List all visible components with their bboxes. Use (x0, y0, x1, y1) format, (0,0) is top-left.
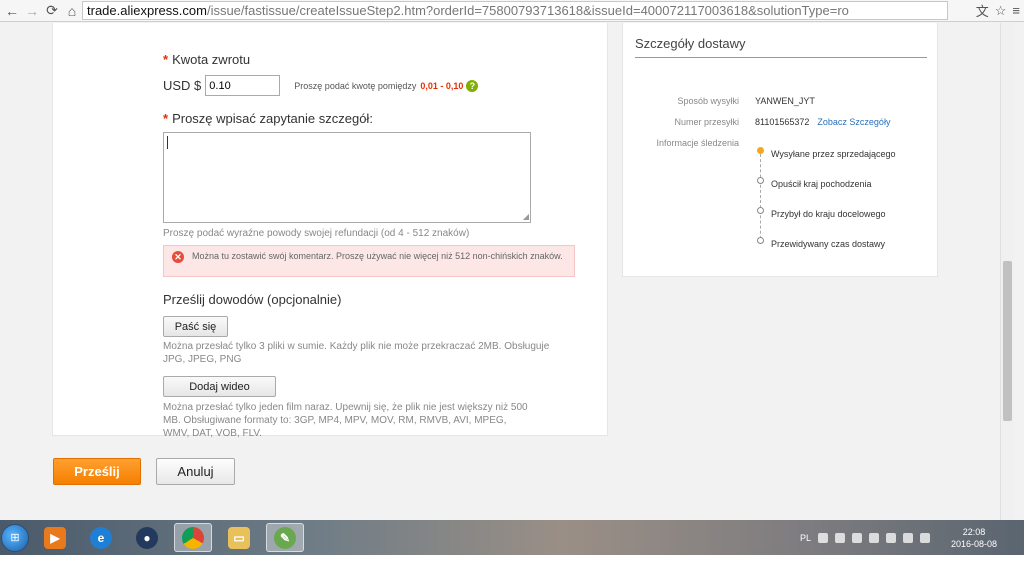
address-bar[interactable]: trade.aliexpress.com/issue/fastissue/cre… (82, 1, 948, 20)
refund-amount-label: * Kwota zwrotu (163, 52, 250, 67)
antivirus-icon[interactable] (852, 532, 863, 543)
keyboard-icon[interactable] (818, 532, 829, 543)
paste-upload-button[interactable]: Paść się (163, 316, 228, 337)
timeline-dot (757, 177, 764, 184)
required-asterisk: * (163, 52, 169, 67)
tracking-number-row: 81101565372 Zobacz Szczegóły (755, 117, 890, 127)
page-viewport: *Kwota zwrotu USD $ Proszę podać kwotę p… (0, 23, 1000, 520)
help-question-icon[interactable]: ? (466, 79, 479, 92)
timeline-step: Przewidywany czas dostawy (771, 239, 886, 249)
error-x-icon: ✕ (172, 251, 184, 263)
vertical-scrollbar[interactable] (1000, 23, 1014, 520)
timeline-dot-active (757, 147, 764, 154)
shipping-method-value: YANWEN_JYT (755, 96, 815, 106)
bookmark-star-icon[interactable]: ☆ (995, 3, 1007, 19)
taskbar: ⊞ ▶ e ● ▭ ✎ PL 22:08 2016-08-08 (0, 520, 1024, 555)
flag-icon[interactable] (869, 532, 880, 543)
notes-app-icon[interactable]: ✎ (266, 523, 304, 552)
required-asterisk: * (163, 111, 169, 126)
clock-time: 22:08 (962, 527, 986, 537)
view-details-link[interactable]: Zobacz Szczegóły (817, 117, 890, 127)
upload-hint: Można przesłać tylko 3 pliki w sumie. Ka… (163, 341, 550, 365)
delivery-title: Szczegóły dostawy (635, 36, 746, 51)
currency-label: USD $ (163, 78, 202, 93)
timeline-step: Opuścił kraj pochodzenia (771, 179, 872, 189)
translate-icon[interactable]: 文 (976, 1, 989, 20)
media-player-icon[interactable]: ▶ (36, 523, 74, 552)
system-clock[interactable]: 22:08 2016-08-08 (944, 526, 1004, 550)
error-message-text: Można tu zostawić swój komentarz. Proszę… (192, 251, 563, 261)
chrome-icon[interactable] (174, 523, 212, 552)
divider (635, 57, 927, 58)
refund-amount-input[interactable] (205, 75, 281, 96)
language-indicator[interactable]: PL (800, 533, 811, 543)
timeline-dot (757, 237, 764, 244)
internet-explorer-icon[interactable]: e (82, 523, 120, 552)
video-hint: Można przesłać tylko jeden film naraz. U… (163, 402, 528, 439)
request-hint: Proszę podać wyraźne powody swojej refun… (163, 228, 470, 239)
user-app-icon[interactable]: ● (128, 523, 166, 552)
timeline-dot (757, 207, 764, 214)
request-details-textarea[interactable]: ◢ (163, 132, 531, 223)
tray-arrow-icon[interactable] (835, 532, 846, 543)
url-domain: trade.aliexpress.com (87, 3, 207, 18)
amount-row: USD $ Proszę podać kwotę pomiędzy 0,01 -… (163, 75, 479, 96)
amount-range: 0,01 - 0,10 (420, 80, 464, 91)
back-arrow-icon[interactable]: ← (2, 1, 22, 21)
request-details-label: * Proszę wpisać zapytanie szczegół: (163, 111, 373, 126)
timeline-step: Przybył do kraju docelowego (771, 209, 886, 219)
submit-button[interactable]: Prześlij (53, 458, 141, 485)
file-explorer-icon[interactable]: ▭ (220, 523, 258, 552)
tracking-info-label: Informacje śledzenia (656, 138, 739, 148)
text-caret (167, 136, 168, 149)
tracking-number-label: Numer przesyłki (674, 117, 739, 127)
resize-grip-icon[interactable]: ◢ (523, 213, 529, 221)
reload-icon[interactable]: ⟳ (42, 1, 62, 21)
cancel-button[interactable]: Anuluj (156, 458, 235, 485)
amount-hint-text: Proszę podać kwotę pomiędzy (294, 80, 417, 91)
shipping-method-label: Sposób wysyłki (677, 96, 739, 106)
browser-toolbar: ← → ⟳ ⌂ trade.aliexpress.com/issue/fasti… (0, 0, 1024, 22)
error-message-box: ✕ Można tu zostawić swój komentarz. Pros… (163, 245, 575, 277)
forward-arrow-icon[interactable]: → (22, 1, 42, 21)
url-path: /issue/fastissue/createIssueStep2.htm?or… (206, 3, 849, 18)
refund-amount-text: Kwota zwrotu (172, 52, 251, 67)
timeline-step: Wysyłane przez sprzedającego (771, 149, 896, 159)
tracking-number-value: 81101565372 (755, 117, 810, 127)
home-icon[interactable]: ⌂ (62, 1, 82, 21)
refund-form-panel: *Kwota zwrotu USD $ Proszę podać kwotę p… (52, 23, 608, 439)
evidence-section-title: Prześlij dowodów (opcjonalnie) (163, 292, 342, 307)
system-tray: PL (800, 520, 931, 555)
amount-hint: Proszę podać kwotę pomiędzy 0,01 - 0,10 … (294, 79, 479, 92)
screen-bottom-margin (0, 555, 1024, 575)
scrollbar-thumb[interactable] (1003, 261, 1012, 421)
menu-icon[interactable]: ≡ (1012, 3, 1020, 18)
windows-start-icon[interactable]: ⊞ (1, 523, 29, 552)
request-details-text: Proszę wpisać zapytanie szczegół: (172, 111, 373, 126)
timeline-line (760, 154, 761, 244)
add-video-button[interactable]: Dodaj wideo (163, 376, 276, 397)
record-icon[interactable] (886, 532, 897, 543)
clock-date: 2016-08-08 (950, 539, 998, 549)
network-signal-icon[interactable] (903, 532, 914, 543)
volume-icon[interactable] (920, 532, 931, 543)
delivery-details-panel: Szczegóły dostawy Sposób wysyłki YANWEN_… (622, 23, 938, 277)
